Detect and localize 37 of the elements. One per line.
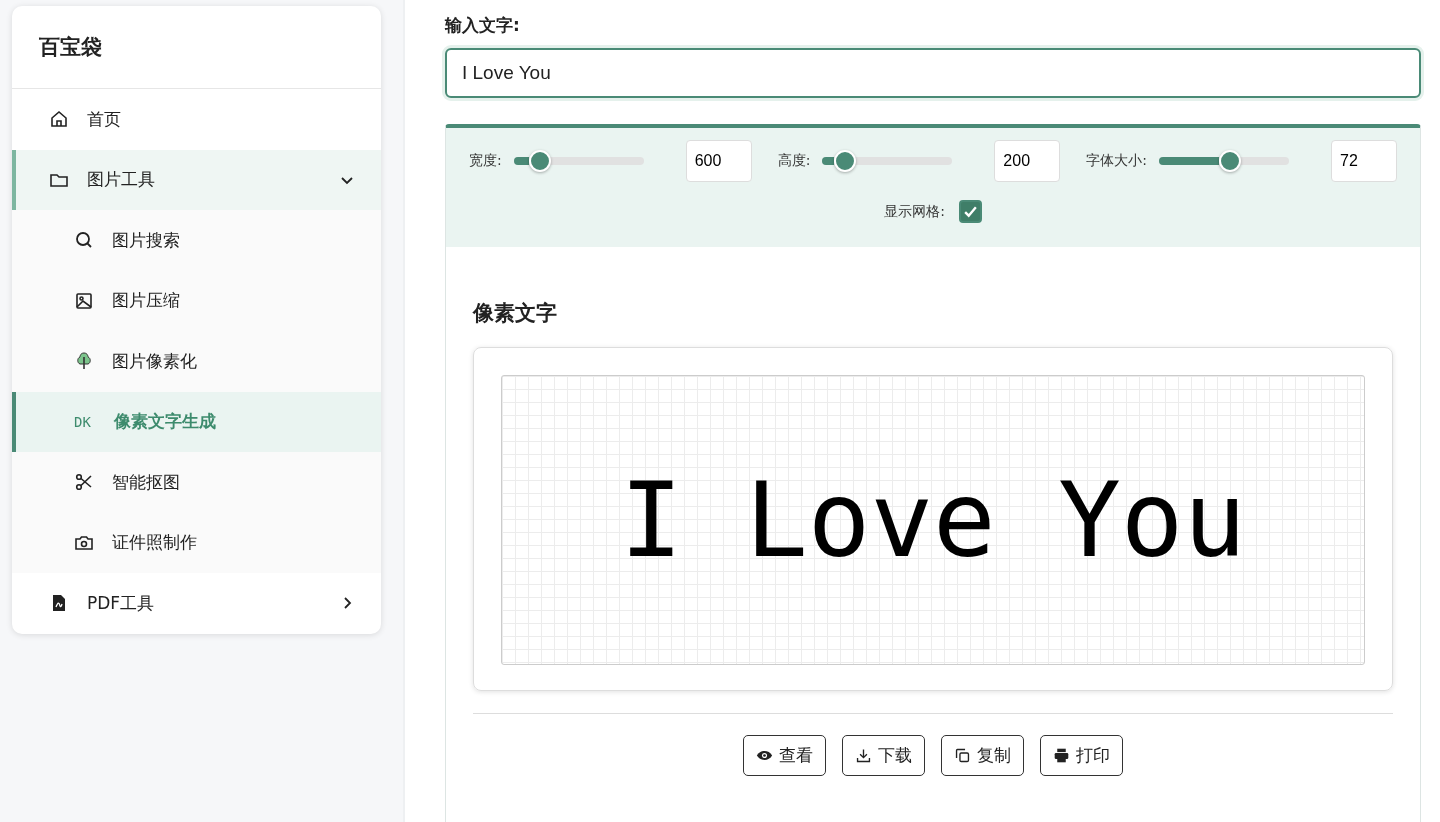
action-button[interactable]: 复制 <box>941 735 1024 776</box>
action-button[interactable]: 打印 <box>1040 735 1123 776</box>
home-icon <box>49 109 69 130</box>
sidebar-subitem[interactable]: 图片搜索 <box>12 210 381 271</box>
tree-icon <box>74 351 94 372</box>
download-icon <box>855 747 872 764</box>
copy-icon <box>954 747 971 764</box>
action-button[interactable]: 下载 <box>842 735 925 776</box>
scissors-icon <box>74 472 94 493</box>
slider-label: 宽度: <box>468 152 502 170</box>
slider-label: 高度: <box>777 152 811 170</box>
slider-thumb[interactable] <box>1218 150 1241 172</box>
sidebar-subitem[interactable]: 图片像素化 <box>12 331 381 392</box>
number-field[interactable]: 600 <box>685 140 752 182</box>
image-icon <box>74 290 94 311</box>
section-title: 像素文字 <box>473 300 558 327</box>
pixel-text: I Love You <box>619 459 1247 581</box>
slider-label: 字体大小: <box>1086 152 1148 170</box>
sidebar-subitem[interactable]: 智能抠图 <box>12 452 381 513</box>
printer-icon <box>1053 747 1070 764</box>
action-button[interactable]: 查看 <box>743 735 826 776</box>
sidebar-item[interactable]: 图片工具 <box>12 149 381 210</box>
sidebar-item[interactable]: 首页 <box>12 89 381 150</box>
sidebar-subitem[interactable]: DK 像素文字生成 <box>12 391 381 452</box>
sidebar-subitem[interactable]: 证件照制作 <box>12 512 381 573</box>
sidebar-item[interactable]: PDF工具 <box>12 573 381 634</box>
app-title: 百宝袋 <box>12 6 381 89</box>
input-label: 输入文字: <box>445 14 521 37</box>
number-field[interactable]: 72 <box>1331 140 1398 182</box>
sidebar-subitem[interactable]: 图片压缩 <box>12 270 381 331</box>
slider-thumb[interactable] <box>834 150 857 172</box>
number-field[interactable]: 200 <box>994 140 1061 182</box>
checkbox-label: 显示网格: <box>884 202 945 221</box>
grid-checkbox[interactable] <box>958 200 982 223</box>
pixel-text-icon: DK <box>74 413 96 430</box>
text-input-field[interactable]: I Love You <box>445 48 1421 98</box>
slider-thumb[interactable] <box>529 150 552 172</box>
